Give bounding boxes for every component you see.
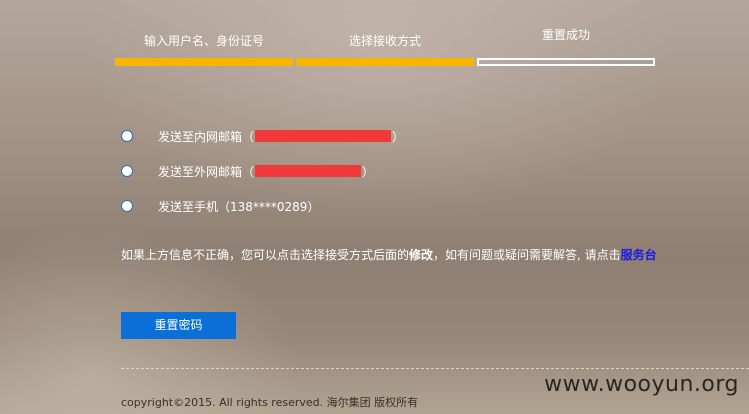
- option-internal-email-label: 发送至内网邮箱（: [158, 129, 255, 144]
- footer-divider: [121, 368, 749, 369]
- option-phone-label: 发送至手机（138****0289）: [158, 199, 320, 214]
- step-1-bar: [115, 58, 293, 66]
- watermark: www.wooyun.org: [544, 372, 739, 397]
- option-phone[interactable]: 发送至手机（138****0289）: [121, 196, 319, 216]
- option-external-email-suffix: ）: [362, 164, 375, 179]
- reset-password-button[interactable]: 重置密码: [121, 312, 236, 339]
- redaction-internal-email: [255, 130, 392, 142]
- info-text: 如果上方信息不正确，您可以点击选择接受方式后面的修改，如有问题或疑问需要解答, …: [121, 246, 657, 263]
- step-3-bar: [477, 58, 655, 66]
- radio-internal-email[interactable]: [121, 130, 133, 142]
- step-2-bar: [296, 58, 474, 66]
- info-text-before: 如果上方信息不正确，您可以点击选择接受方式后面的: [121, 248, 410, 262]
- step-3: 重置成功: [477, 28, 655, 66]
- radio-external-email[interactable]: [121, 165, 133, 177]
- step-2: 选择接收方式: [296, 32, 474, 66]
- redaction-external-email: [255, 165, 362, 177]
- step-2-label: 选择接收方式: [348, 34, 421, 48]
- progress-stepper: 输入用户名、身份证号 选择接收方式 重置成功: [115, 28, 660, 68]
- option-internal-email-suffix: ）: [392, 129, 405, 144]
- option-internal-email[interactable]: 发送至内网邮箱（ ）: [121, 126, 404, 146]
- copyright-text: copyright©2015. All rights reserved. 海尔集…: [121, 396, 419, 409]
- service-desk-link[interactable]: 服务台: [621, 248, 657, 262]
- step-1: 输入用户名、身份证号: [115, 32, 293, 66]
- radio-phone[interactable]: [121, 200, 133, 212]
- info-bold-word: 修改: [409, 248, 434, 262]
- option-external-email[interactable]: 发送至外网邮箱（ ）: [121, 161, 374, 181]
- step-1-label: 输入用户名、身份证号: [143, 34, 264, 48]
- step-3-label: 重置成功: [541, 28, 590, 42]
- info-text-after: ，如有问题或疑问需要解答, 请点击: [433, 248, 621, 262]
- option-external-email-label: 发送至外网邮箱（: [158, 164, 255, 179]
